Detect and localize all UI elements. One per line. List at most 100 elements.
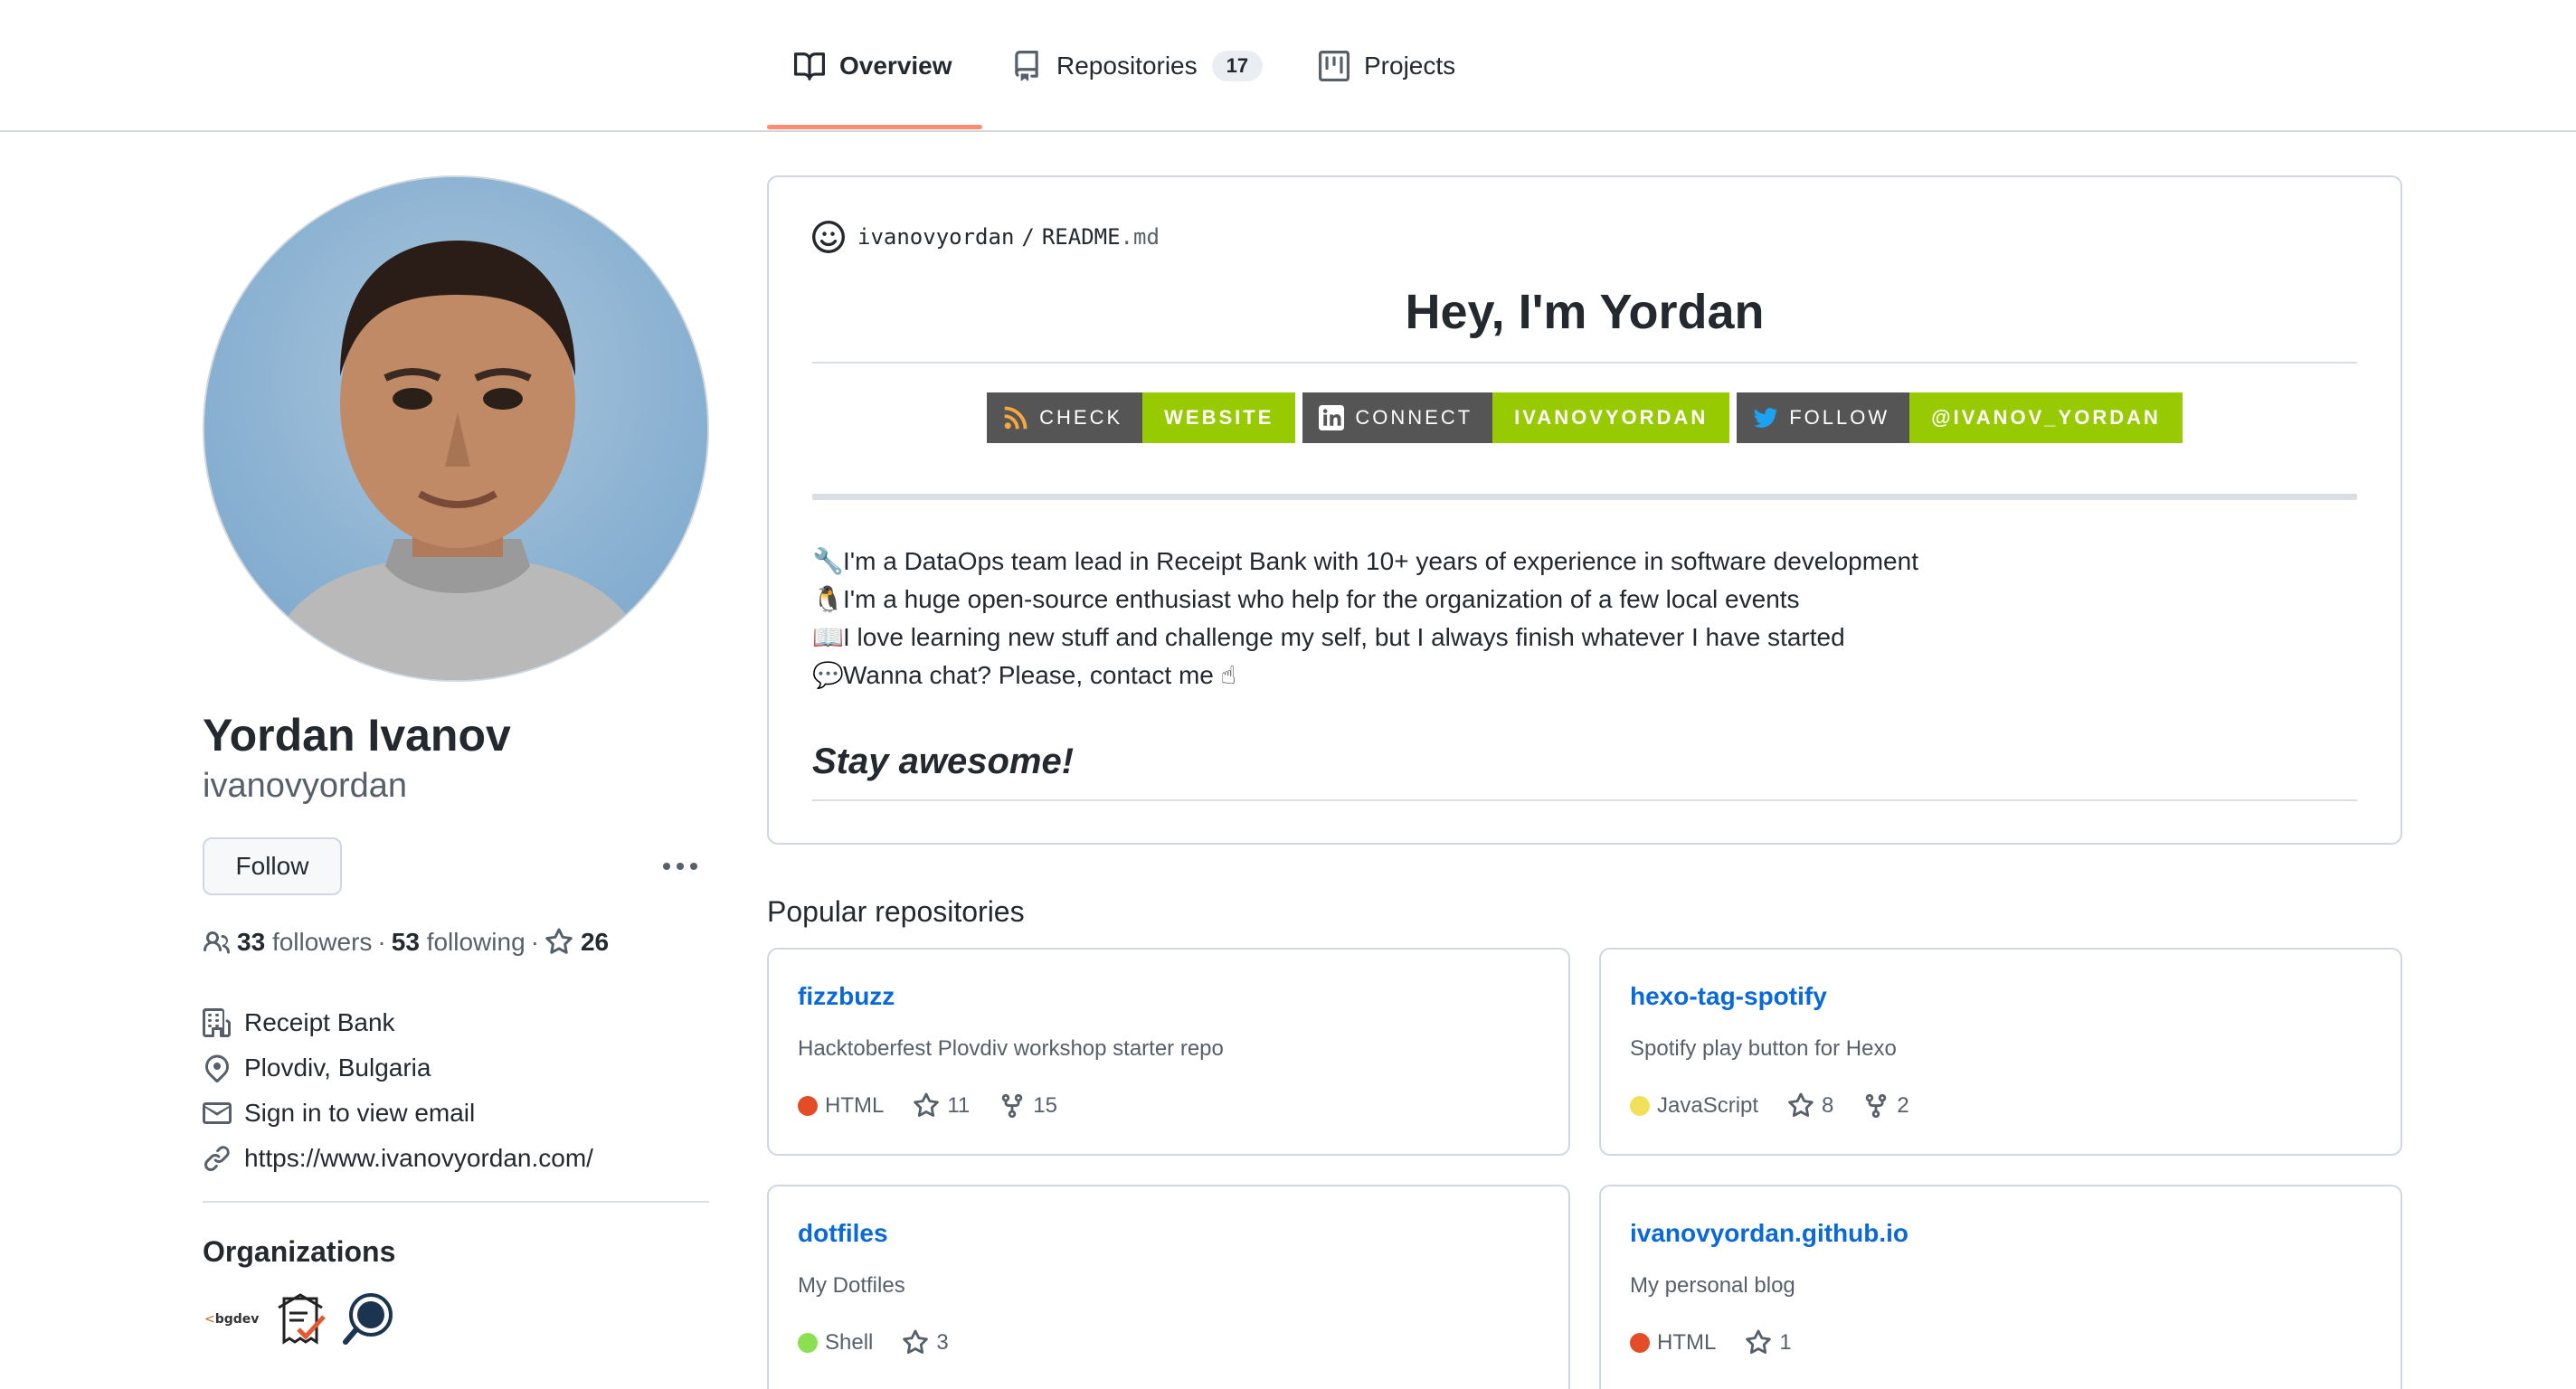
readme-file-ext: .md	[1120, 224, 1160, 250]
readme-title-rule	[812, 362, 2357, 364]
repo-stars-link[interactable]: 8	[1787, 1092, 1833, 1120]
email-row[interactable]: Sign in to view email	[203, 1091, 593, 1136]
language-color-dot	[1630, 1333, 1650, 1353]
readme-badges: CHECK WEBSITE CONNECT IVANOVYORDAN FOLLO…	[812, 392, 2357, 443]
language-color-dot	[798, 1096, 818, 1116]
repo-card: fizzbuzz Hacktoberfest Plovdiv workshop …	[767, 948, 1570, 1156]
email-text: Sign in to view email	[244, 1099, 476, 1127]
tab-overview-label: Overview	[839, 52, 952, 80]
repo-stars-link[interactable]: 3	[902, 1329, 949, 1356]
repo-star-count: 1	[1779, 1330, 1792, 1355]
stars-link[interactable]: 26	[545, 928, 609, 957]
repo-stars-link[interactable]: 11	[913, 1092, 970, 1120]
follow-button[interactable]: Follow	[203, 837, 342, 895]
repo-fork-count: 15	[1033, 1093, 1057, 1118]
profile-readme-card: ivanovyordan / README.md Hey, I'm Yordan…	[767, 175, 2402, 845]
speech-balloon-icon: 💬	[812, 661, 844, 689]
repo-forks-link[interactable]: 15	[999, 1092, 1057, 1120]
readme-file-name: README	[1041, 224, 1121, 250]
repo-fork-count: 2	[1897, 1093, 1909, 1118]
tab-overview[interactable]: Overview	[794, 0, 952, 132]
active-tab-indicator	[767, 125, 982, 129]
repo-star-count: 11	[947, 1093, 971, 1118]
repo-card: hexo-tag-spotify Spotify play button for…	[1599, 948, 2402, 1156]
badge-connect-label: CONNECT	[1355, 406, 1473, 429]
repo-name-link[interactable]: hexo-tag-spotify	[1630, 982, 1827, 1011]
badge-follow-label: FOLLOW	[1789, 406, 1890, 429]
repo-stars-link[interactable]: 1	[1745, 1329, 1792, 1356]
star-icon	[1788, 1092, 1814, 1117]
followers-link[interactable]: 33 followers	[237, 928, 372, 957]
tab-projects[interactable]: Projects	[1319, 0, 1455, 132]
bgdev-logo: <bgdev>	[204, 1312, 260, 1327]
svg-text:<bgdev>: <bgdev>	[204, 1312, 260, 1327]
avatar[interactable]	[203, 175, 709, 682]
repo-card: ivanovyordan.github.io My personal blog …	[1599, 1185, 2402, 1389]
language-color-dot	[1630, 1096, 1650, 1116]
magnifier-icon	[343, 1293, 393, 1345]
follow-stats: 33 followers · 53 following · 26	[203, 928, 609, 957]
organization-icon	[203, 1008, 231, 1037]
repo-card: dotfiles My Dotfiles Shell 3	[767, 1185, 1570, 1389]
stars-count: 26	[580, 928, 610, 956]
wrench-icon: 🔧	[812, 547, 844, 575]
repo-meta: HTML 11 15	[798, 1092, 1057, 1120]
readme-file-link[interactable]: README.md	[1042, 224, 1160, 250]
repo-name-link[interactable]: fizzbuzz	[798, 982, 895, 1011]
readme-section-rule	[812, 494, 2357, 500]
bio-line: 🐧I'm a huge open-source enthusiast who h…	[812, 581, 1918, 619]
readme-owner-link[interactable]: ivanovyordan	[857, 224, 1014, 250]
popular-repositories-heading: Popular repositories	[767, 895, 1025, 928]
organizations-heading: Organizations	[203, 1235, 396, 1268]
rss-icon	[1004, 406, 1028, 430]
readme-closing: Stay awesome!	[812, 742, 1075, 781]
badge-check-website[interactable]: CHECK WEBSITE	[987, 392, 1296, 443]
org-avatar-receipt[interactable]	[271, 1290, 329, 1347]
profile-username: ivanovyordan	[203, 767, 408, 805]
readme-title: Hey, I'm Yordan	[1405, 285, 1765, 339]
badge-check-label: CHECK	[1039, 406, 1123, 429]
tab-repositories[interactable]: Repositories 17	[1011, 0, 1264, 132]
repo-name-link[interactable]: dotfiles	[798, 1219, 888, 1248]
following-label: following	[426, 928, 526, 956]
tab-projects-label: Projects	[1364, 52, 1456, 80]
readme-bottom-rule	[812, 799, 2357, 801]
repo-meta: Shell 3	[798, 1329, 949, 1356]
repo-name-link[interactable]: ivanovyordan.github.io	[1630, 1219, 1908, 1248]
repo-forks-link[interactable]: 2	[1862, 1092, 1909, 1120]
twitter-icon	[1754, 408, 1778, 428]
receipt-checklist-icon	[278, 1293, 326, 1345]
badge-twitter-value: @IVANOV_YORDAN	[1909, 392, 2183, 443]
org-avatar-search[interactable]	[340, 1290, 398, 1347]
profile-tabs-nav: Overview Repositories 17 Projects	[0, 0, 2576, 132]
badge-website-value: WEBSITE	[1142, 392, 1296, 443]
readme-header: ivanovyordan / README.md	[812, 221, 1160, 253]
kebab-horizontal-icon	[663, 863, 697, 870]
following-link[interactable]: 53 following	[392, 928, 526, 957]
org-avatar-bgdev[interactable]: <bgdev>	[203, 1290, 260, 1347]
star-icon	[1746, 1329, 1772, 1354]
website-row[interactable]: https://www.ivanovyordan.com/	[203, 1136, 593, 1181]
readme-path-separator: /	[1021, 224, 1035, 250]
badge-follow-twitter[interactable]: FOLLOW @IVANOV_YORDAN	[1737, 392, 2183, 443]
link-icon	[204, 1146, 230, 1172]
repo-star-count: 8	[1822, 1093, 1834, 1118]
followers-label: followers	[271, 928, 373, 956]
readme-bio: 🔧I'm a DataOps team lead in Receipt Bank…	[812, 543, 1918, 694]
bgdev-logo-wordmark: bgdev	[215, 1312, 260, 1327]
website-link[interactable]: https://www.ivanovyordan.com/	[244, 1144, 593, 1173]
repo-icon	[1015, 51, 1038, 81]
more-options-button[interactable]	[658, 850, 702, 883]
sidebar-divider	[203, 1201, 709, 1203]
repo-language: HTML	[825, 1093, 885, 1118]
fork-icon	[1002, 1093, 1023, 1119]
project-icon	[1319, 51, 1350, 81]
location-row: Plovdiv, Bulgaria	[203, 1045, 593, 1091]
location-icon	[205, 1054, 229, 1082]
bio-line: 📖I love learning new stuff and challenge…	[812, 619, 1918, 657]
repo-description: My personal blog	[1630, 1273, 1795, 1298]
company-name: Receipt Bank	[244, 1008, 395, 1036]
repo-description: Spotify play button for Hexo	[1630, 1036, 1897, 1061]
badge-connect-linkedin[interactable]: CONNECT IVANOVYORDAN	[1302, 392, 1730, 443]
organizations-list: <bgdev>	[203, 1290, 398, 1347]
